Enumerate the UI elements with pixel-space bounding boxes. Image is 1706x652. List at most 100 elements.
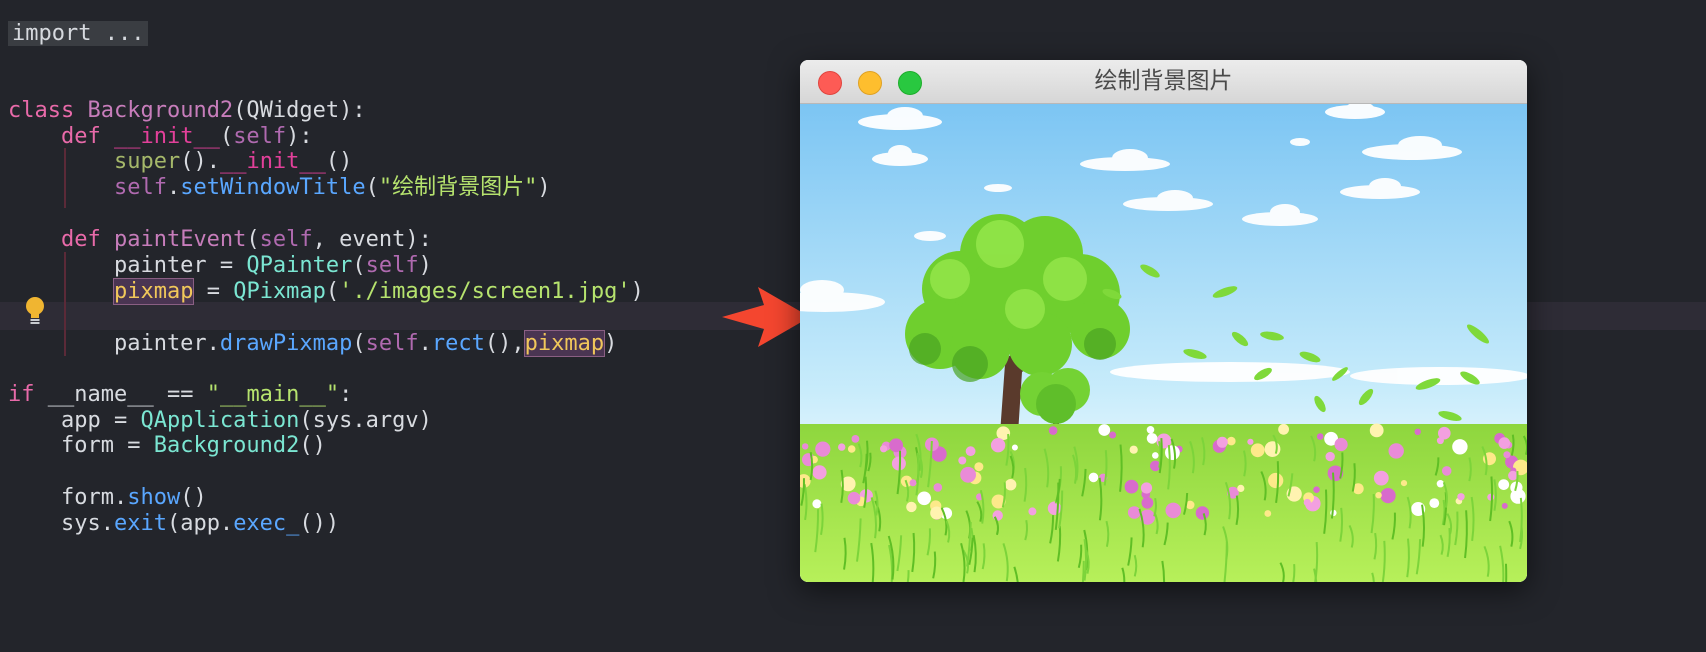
flower xyxy=(960,466,976,483)
code-line[interactable]: pixmap = QPixmap('./images/screen1.jpg') xyxy=(8,278,644,306)
code-token: ( xyxy=(325,279,340,304)
flower xyxy=(1441,466,1452,476)
flower xyxy=(1195,506,1210,520)
code-token: './images/screen1.jpg' xyxy=(339,279,631,304)
code-token: app = xyxy=(8,408,141,433)
code-token: painter. xyxy=(8,331,220,356)
flower xyxy=(851,435,860,443)
flower xyxy=(1268,472,1284,489)
flower xyxy=(1498,479,1510,490)
code-line[interactable]: app = QApplication(sys.argv) xyxy=(8,407,432,435)
code-token: exit xyxy=(113,511,167,536)
flower xyxy=(1109,431,1117,439)
flower xyxy=(1141,496,1154,509)
flower xyxy=(933,483,943,492)
window-titlebar[interactable]: 绘制背景图片 xyxy=(800,60,1527,104)
code-token: QPixmap xyxy=(233,279,326,304)
window-title: 绘制背景图片 xyxy=(1094,68,1233,94)
code-token: rect xyxy=(431,331,485,356)
code-line[interactable]: form.show() xyxy=(8,484,207,512)
flower xyxy=(889,438,903,453)
code-line[interactable]: self.setWindowTitle("绘制背景图片") xyxy=(8,174,551,202)
flower xyxy=(990,438,1006,453)
flower xyxy=(1452,439,1468,455)
code-token: QApplication xyxy=(140,408,300,433)
code-line[interactable]: import ... xyxy=(8,20,149,48)
code-line[interactable]: sys.exit(app.exec_()) xyxy=(8,510,339,538)
flower xyxy=(1388,443,1404,459)
flower xyxy=(1380,488,1396,504)
code-token: ( xyxy=(246,227,260,252)
code-token: ( xyxy=(352,253,366,278)
flower xyxy=(1375,492,1382,499)
flower xyxy=(1005,479,1017,491)
code-token: QPainter xyxy=(246,253,353,278)
flower xyxy=(1316,433,1324,440)
flower xyxy=(1098,424,1111,436)
flower xyxy=(1436,437,1444,445)
code-token: : xyxy=(339,382,353,407)
code-token: __name__ == xyxy=(47,382,207,407)
flower xyxy=(1129,445,1138,454)
code-line[interactable]: painter = QPainter(self) xyxy=(8,252,432,280)
flower xyxy=(815,441,831,457)
code-token: , event): xyxy=(312,227,432,252)
flower xyxy=(1146,426,1155,434)
code-token: (), xyxy=(484,331,525,356)
code-token: form = xyxy=(8,433,154,458)
code-line[interactable]: super().__init__() xyxy=(8,148,352,176)
code-token: class xyxy=(8,98,88,123)
flower xyxy=(1247,438,1254,445)
code-token: "__main__" xyxy=(206,382,340,407)
code-line[interactable]: form = Background2() xyxy=(8,432,326,460)
flower xyxy=(1047,501,1062,515)
flower xyxy=(909,479,917,487)
flower xyxy=(847,491,861,505)
code-token: (app. xyxy=(166,511,234,536)
code-token: ()) xyxy=(299,511,340,536)
flower xyxy=(1369,423,1384,438)
code-token: def xyxy=(60,124,114,149)
code-token: setWindowTitle xyxy=(180,175,366,200)
code-token: ): xyxy=(286,124,313,149)
app-window[interactable]: 绘制背景图片 xyxy=(800,60,1527,582)
flower xyxy=(1028,507,1037,516)
code-line[interactable]: class Background2(QWidget): xyxy=(8,97,366,125)
lightbulb-icon[interactable] xyxy=(24,296,46,326)
background-pixmap xyxy=(800,104,1527,582)
flower xyxy=(965,446,976,457)
flower xyxy=(1400,480,1408,487)
code-token: pixmap xyxy=(523,330,606,357)
code-token: . xyxy=(418,331,432,356)
code-line[interactable]: def __init__(self): xyxy=(8,123,313,151)
flower xyxy=(1264,441,1281,457)
code-token: show xyxy=(127,485,181,510)
flower xyxy=(992,510,1003,521)
flower xyxy=(1146,433,1158,444)
code-token: () xyxy=(180,485,207,510)
code-token: self xyxy=(365,253,419,278)
code-token: Background2 xyxy=(153,433,300,458)
flower xyxy=(917,491,931,506)
pointer-arrow xyxy=(722,287,810,347)
flower xyxy=(906,501,917,513)
flower xyxy=(1088,472,1099,483)
code-line[interactable]: if __name__ == "__main__": xyxy=(8,381,352,409)
code-line[interactable]: def paintEvent(self, event): xyxy=(8,226,432,254)
flower xyxy=(958,456,967,465)
code-token: (). xyxy=(180,149,220,174)
code-token: pixmap xyxy=(112,278,195,305)
flower xyxy=(1237,484,1245,492)
code-token: () xyxy=(325,149,353,174)
code-line[interactable]: painter.drawPixmap(self.rect(),pixmap) xyxy=(8,330,617,358)
code-token: super xyxy=(113,149,181,174)
flower xyxy=(1313,486,1320,494)
flower xyxy=(1048,426,1058,435)
flower xyxy=(1510,488,1526,504)
code-token: self xyxy=(113,175,167,200)
code-editor[interactable]: import ... class Background2(QWidget): de… xyxy=(0,0,1706,652)
code-token: exec_ xyxy=(233,511,300,536)
